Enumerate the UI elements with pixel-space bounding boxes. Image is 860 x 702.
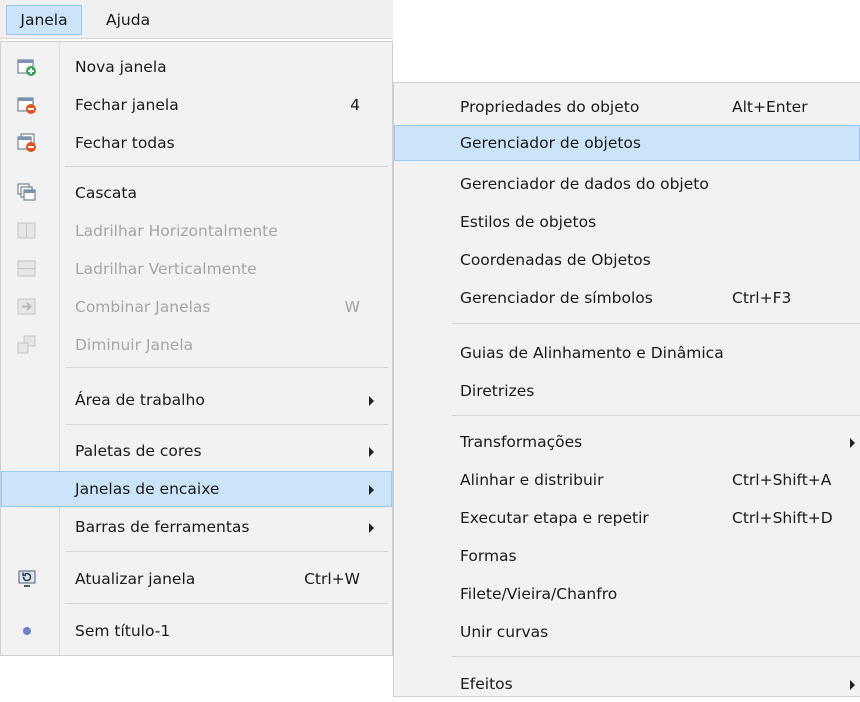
cascade-icon [17, 183, 36, 201]
submenu-arrow-icon [369, 382, 374, 418]
menu-item-label: Estilos de objetos [460, 213, 597, 231]
menu-item-fechar-janela[interactable]: Fechar janela 4 [1, 87, 392, 123]
menu-item-label: Ladrilhar Horizontalmente [75, 222, 278, 240]
menubar-ajuda[interactable]: Ajuda [100, 5, 156, 35]
menu-item-ladrilhar-verticalmente[interactable]: Ladrilhar Verticalmente [1, 251, 392, 287]
menu-item-sem-titulo-1[interactable]: Sem título-1 [1, 613, 392, 649]
janela-menu: Nova janela Fechar janela 4 Fechar todas… [0, 41, 393, 656]
menu-bar: Janela Ajuda [0, 0, 393, 39]
refresh-window-icon [18, 570, 36, 587]
menu-item-shortcut: Ctrl+F3 [732, 289, 792, 307]
menu-item-label: Paletas de cores [75, 442, 202, 460]
menu-item-combinar-janelas[interactable]: Combinar Janelas W [1, 289, 392, 325]
tile-horizontal-icon [17, 222, 36, 239]
menu-item-ladrilhar-horizontalmente[interactable]: Ladrilhar Horizontalmente [1, 213, 392, 249]
menu-separator [65, 603, 388, 604]
menu-item-transformacoes[interactable]: Transformações [394, 424, 860, 460]
menu-item-shortcut: Ctrl+W [304, 570, 360, 588]
menu-item-shortcut: Alt+Enter [732, 98, 808, 116]
menu-item-paletas-de-cores[interactable]: Paletas de cores [1, 433, 392, 469]
menu-item-cascata[interactable]: Cascata [1, 175, 392, 211]
menu-separator [65, 551, 388, 552]
close-all-windows-icon [17, 133, 36, 152]
menu-item-label: Sem título-1 [75, 622, 171, 640]
menu-item-unir-curvas[interactable]: Unir curvas [394, 614, 860, 650]
submenu-arrow-icon [369, 433, 374, 469]
menu-item-estilos-de-objetos[interactable]: Estilos de objetos [394, 204, 860, 240]
menu-item-diretrizes[interactable]: Diretrizes [394, 373, 860, 409]
combine-windows-icon [17, 298, 36, 315]
menu-item-label: Executar etapa e repetir [460, 509, 649, 527]
menubar-ajuda-label: Ajuda [106, 11, 151, 29]
new-window-icon [17, 59, 36, 76]
menu-item-label: Área de trabalho [75, 391, 205, 409]
menu-item-shortcut: W [344, 298, 360, 316]
menu-separator [65, 166, 388, 167]
menu-item-label: Unir curvas [460, 623, 549, 641]
menu-item-label: Cascata [75, 184, 137, 202]
menubar-janela[interactable]: Janela [6, 5, 82, 35]
menu-item-label: Fechar todas [75, 134, 175, 152]
menu-item-label: Atualizar janela [75, 570, 196, 588]
tile-vertical-icon [17, 260, 36, 277]
menu-item-shortcut: Ctrl+Shift+A [732, 471, 832, 489]
menu-separator [452, 323, 860, 324]
menu-item-label: Ladrilhar Verticalmente [75, 260, 257, 278]
menu-item-label: Combinar Janelas [75, 298, 211, 316]
menu-item-label: Fechar janela [75, 96, 179, 114]
menu-item-alinhar-e-distribuir[interactable]: Alinhar e distribuir Ctrl+Shift+A [394, 462, 860, 498]
menu-item-shortcut: 4 [350, 96, 360, 114]
menu-item-shortcut: Ctrl+Shift+D [732, 509, 833, 527]
submenu-arrow-icon [369, 509, 374, 545]
menu-item-label: Alinhar e distribuir [460, 471, 604, 489]
menu-item-gerenciador-de-objetos[interactable]: Gerenciador de objetos [394, 125, 860, 161]
menu-item-formas[interactable]: Formas [394, 538, 860, 574]
shrink-window-icon [17, 335, 36, 354]
menu-item-executar-etapa[interactable]: Executar etapa e repetir Ctrl+Shift+D [394, 500, 860, 536]
menubar-janela-label: Janela [20, 11, 68, 29]
menu-item-label: Gerenciador de dados do objeto [460, 175, 709, 193]
menu-item-label: Coordenadas de Objetos [460, 251, 651, 269]
menu-item-nova-janela[interactable]: Nova janela [1, 49, 392, 85]
menu-separator [65, 424, 388, 425]
menu-item-atualizar-janela[interactable]: Atualizar janela Ctrl+W [1, 561, 392, 597]
menu-item-barras-de-ferramentas[interactable]: Barras de ferramentas [1, 509, 392, 545]
menu-separator [452, 415, 860, 416]
menu-item-diminuir-janela[interactable]: Diminuir Janela [1, 327, 392, 363]
menu-item-gerenciador-de-simbolos[interactable]: Gerenciador de símbolos Ctrl+F3 [394, 280, 860, 316]
close-window-icon [17, 97, 36, 114]
menu-item-label: Propriedades do objeto [460, 98, 640, 116]
menu-item-label: Diminuir Janela [75, 336, 194, 354]
menu-item-label: Formas [460, 547, 517, 565]
menu-item-propriedades-do-objeto[interactable]: Propriedades do objeto Alt+Enter [394, 89, 860, 125]
menu-item-label: Gerenciador de objetos [460, 134, 641, 152]
menu-item-janelas-de-encaixe[interactable]: Janelas de encaixe [1, 471, 392, 507]
menu-item-label: Transformações [460, 433, 583, 451]
submenu-arrow-icon [850, 424, 855, 460]
menu-item-filete-vieira-chanfro[interactable]: Filete/Vieira/Chanfro [394, 576, 860, 612]
menu-item-label: Barras de ferramentas [75, 518, 250, 536]
menu-separator [452, 656, 860, 657]
menu-separator [65, 367, 388, 368]
menu-item-guias-de-alinhamento[interactable]: Guias de Alinhamento e Dinâmica [394, 335, 860, 371]
menu-item-area-de-trabalho[interactable]: Área de trabalho [1, 382, 392, 418]
menu-item-coordenadas-de-objetos[interactable]: Coordenadas de Objetos [394, 242, 860, 278]
menu-item-label: Nova janela [75, 58, 167, 76]
menu-item-fechar-todas[interactable]: Fechar todas [1, 125, 392, 161]
janelas-de-encaixe-submenu: Propriedades do objeto Alt+Enter Gerenci… [393, 82, 860, 697]
menu-item-label: Filete/Vieira/Chanfro [460, 585, 618, 603]
menu-item-label: Diretrizes [460, 382, 535, 400]
active-document-dot-icon [23, 627, 31, 635]
menu-item-gerenciador-de-dados[interactable]: Gerenciador de dados do objeto [394, 166, 860, 202]
menu-item-label: Guias de Alinhamento e Dinâmica [460, 344, 724, 362]
menu-item-label: Gerenciador de símbolos [460, 289, 653, 307]
submenu-arrow-icon [369, 471, 374, 507]
menu-item-label: Janelas de encaixe [75, 480, 220, 498]
